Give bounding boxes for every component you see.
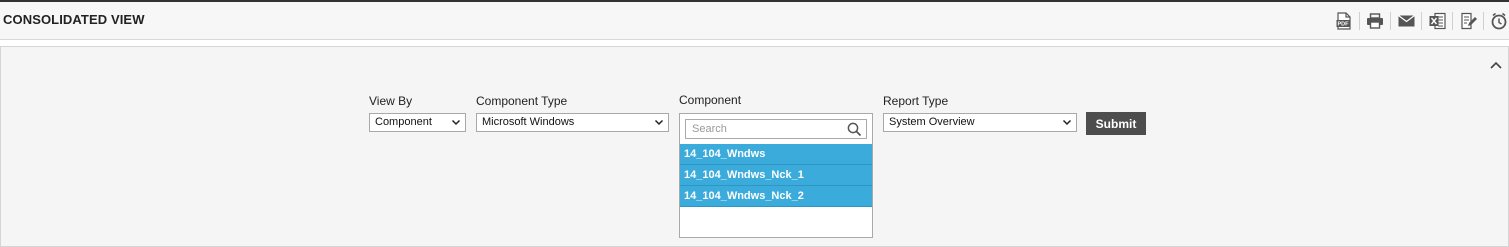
toolbar: PDF [1334, 10, 1509, 32]
view-by-value: Component [375, 116, 432, 128]
excel-export-button[interactable] [1427, 11, 1447, 31]
chevron-up-icon [1490, 61, 1502, 69]
toolbar-divider [1452, 12, 1453, 30]
component-option[interactable]: 14_104_Wndws [680, 144, 872, 165]
component-options: 14_104_Wndws 14_104_Wndws_Nck_1 14_104_W… [680, 144, 872, 207]
schedule-button[interactable] [1489, 11, 1509, 31]
collapse-panel-button[interactable] [1488, 57, 1504, 73]
edit-report-icon [1460, 12, 1477, 30]
search-icon[interactable] [847, 122, 862, 137]
pdf-icon: PDF [1336, 12, 1351, 30]
submit-button[interactable]: Submit [1086, 112, 1146, 135]
email-icon [1397, 15, 1415, 27]
component-option[interactable]: 14_104_Wndws_Nck_1 [680, 165, 872, 186]
toolbar-divider [1483, 12, 1484, 30]
report-type-select[interactable]: System Overview [883, 113, 1077, 132]
pdf-icon-label: PDF [1338, 22, 1350, 28]
toolbar-divider [1390, 12, 1391, 30]
component-search-input[interactable] [686, 120, 847, 138]
page-header: CONSOLIDATED VIEW PDF [0, 2, 1509, 40]
component-label: Component [679, 93, 742, 107]
chevron-down-icon [1062, 119, 1072, 126]
toolbar-divider [1421, 12, 1422, 30]
print-icon [1367, 13, 1383, 29]
chevron-down-icon [654, 119, 664, 126]
component-type-select[interactable]: Microsoft Windows [476, 113, 669, 132]
email-button[interactable] [1396, 11, 1416, 31]
component-option[interactable]: 14_104_Wndws_Nck_2 [680, 186, 872, 207]
component-type-label: Component Type [476, 94, 568, 108]
pdf-export-button[interactable]: PDF [1334, 11, 1354, 31]
report-type-label: Report Type [883, 94, 949, 108]
page-title: CONSOLIDATED VIEW [3, 12, 145, 27]
excel-icon [1429, 12, 1446, 30]
chevron-down-icon [451, 119, 461, 126]
schedule-icon [1491, 12, 1507, 30]
component-search [685, 119, 867, 139]
report-type-value: System Overview [889, 116, 975, 128]
component-listbox[interactable]: 14_104_Wndws 14_104_Wndws_Nck_1 14_104_W… [679, 113, 873, 238]
filter-panel: View By Component Component Type Microso… [0, 46, 1509, 247]
edit-report-button[interactable] [1458, 11, 1478, 31]
print-button[interactable] [1365, 11, 1385, 31]
component-type-value: Microsoft Windows [482, 116, 575, 128]
view-by-label: View By [369, 94, 413, 108]
toolbar-divider [1359, 12, 1360, 30]
view-by-select[interactable]: Component [369, 113, 466, 132]
